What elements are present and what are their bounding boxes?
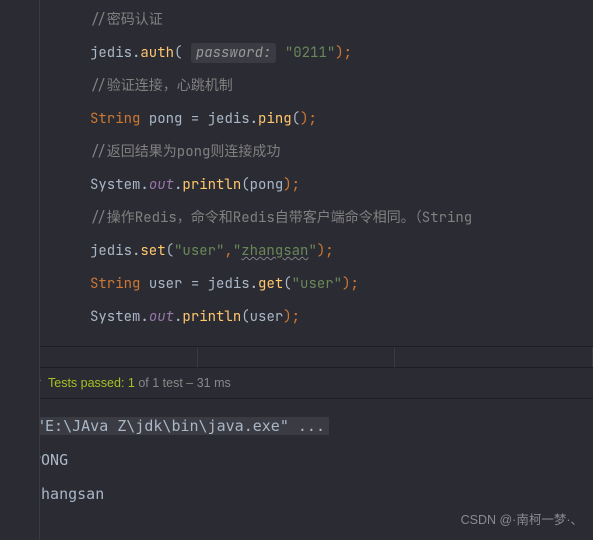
comment: //密码认证 <box>90 11 163 29</box>
console-output: zhangsan <box>32 477 593 511</box>
keyword: String <box>90 110 140 128</box>
run-console[interactable]: "E:\JAva Z\jdk\bin\java.exe" ... PONG zh… <box>20 399 593 521</box>
console-command: "E:\JAva Z\jdk\bin\java.exe" ... <box>32 417 329 435</box>
identifier: jedis <box>90 44 132 62</box>
console-output: PONG <box>32 443 593 477</box>
warn-underline: zhangsan <box>241 242 308 260</box>
tests-passed-label: Tests passed: 1 <box>48 376 135 390</box>
panel-divider[interactable] <box>0 346 593 368</box>
test-status-bar: Tests passed: 1 of 1 test – 31 ms <box>0 368 593 399</box>
comment: //返回结果为pong则连接成功 <box>90 143 280 161</box>
param-hint: password: <box>191 43 277 63</box>
code-editor[interactable]: //密码认证 jedis.auth( password: "0211"); //… <box>0 0 593 346</box>
comment: //验证连接，心跳机制 <box>90 77 233 95</box>
watermark: CSDN @·南柯一梦·、 <box>461 509 583 528</box>
comment: //操作Redis，命令和Redis自带客户端命令相同。（String <box>90 209 472 227</box>
code-block: //密码认证 jedis.auth( password: "0211"); //… <box>40 4 593 334</box>
editor-gutter <box>0 0 40 540</box>
method: auth <box>140 44 174 62</box>
tests-total: of 1 test <box>135 376 183 390</box>
tests-time: – 31 ms <box>183 376 231 390</box>
string-lit: "0211" <box>285 44 335 62</box>
